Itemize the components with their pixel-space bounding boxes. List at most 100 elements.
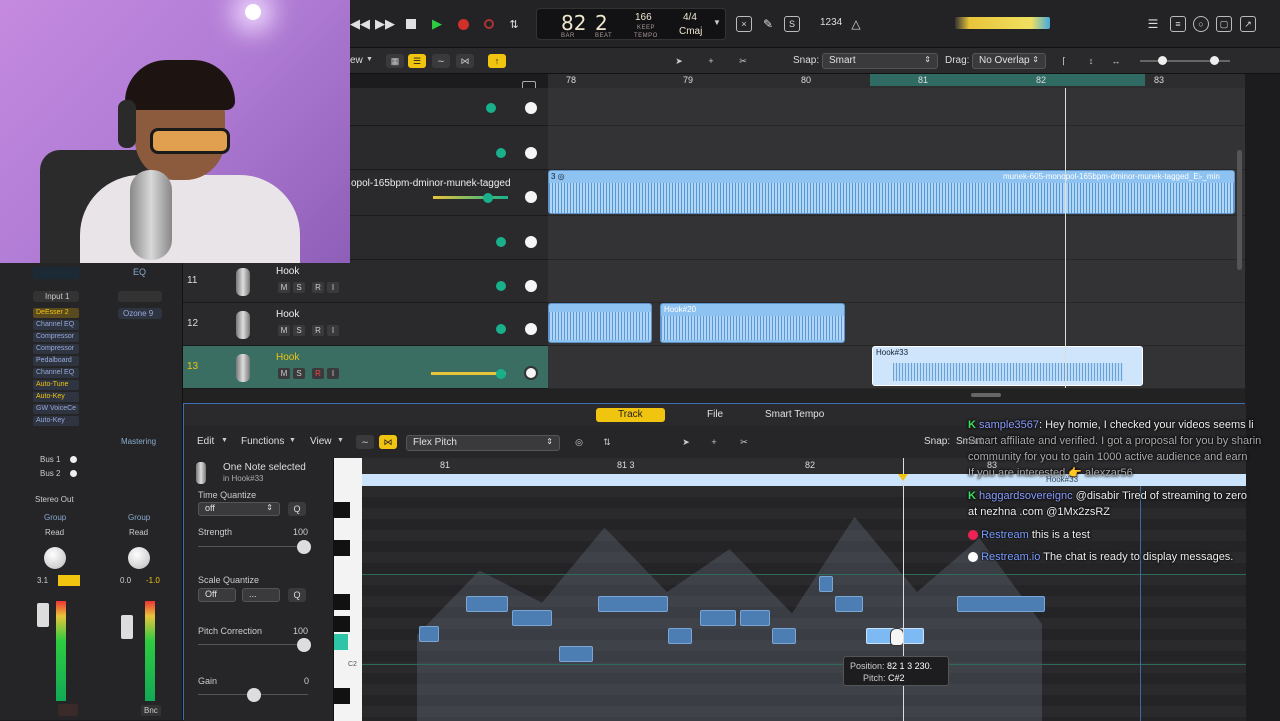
volume-slider-knob[interactable] (483, 193, 493, 203)
ozone-plugin[interactable]: Ozone 9 (118, 308, 162, 319)
rewind-icon[interactable]: ◀◀ (350, 14, 370, 34)
chevron-down-icon[interactable]: ▼ (713, 18, 721, 27)
pitch-note[interactable] (700, 610, 736, 626)
pointer-tool-icon[interactable]: ➤ (670, 54, 688, 68)
list-editor-icon[interactable]: ☰ (408, 54, 426, 68)
automation-mode[interactable]: Read (129, 528, 148, 537)
volume-slider[interactable] (431, 372, 506, 375)
track-lane[interactable] (548, 216, 1245, 260)
piano-keyboard[interactable]: C2 (334, 458, 362, 721)
volume-knob[interactable] (525, 280, 537, 292)
browser-icon[interactable]: ▢ (1216, 16, 1232, 32)
scale-type-select[interactable]: ... (242, 588, 280, 602)
pitch-note[interactable] (419, 626, 439, 642)
midi-in-icon[interactable]: ◎ (570, 435, 588, 449)
volume-knob[interactable] (524, 366, 538, 380)
send-knob[interactable] (70, 456, 77, 463)
volume-slider[interactable] (433, 196, 508, 199)
automation-icon[interactable]: ∼ (356, 435, 374, 449)
loop-browser-icon[interactable]: ○ (1193, 16, 1209, 32)
mute-button[interactable]: M (278, 282, 290, 293)
replace-icon[interactable]: × (736, 16, 752, 32)
view-menu[interactable]: View (310, 436, 332, 447)
solo-icon[interactable]: S (784, 16, 800, 32)
scissors-tool-icon[interactable]: ✂ (734, 54, 752, 68)
bus-2-send[interactable]: Bus 2 (40, 469, 60, 478)
drag-select[interactable]: No Overlap ⇕ (972, 53, 1046, 69)
pan-knob[interactable] (44, 547, 66, 569)
gain-slider-knob[interactable] (247, 688, 261, 702)
black-key[interactable] (334, 616, 350, 632)
share-icon[interactable]: ↗ (1240, 16, 1256, 32)
track-name[interactable]: Hook (276, 266, 299, 277)
track-lane[interactable] (548, 260, 1245, 303)
horizontal-scrollbar[interactable] (183, 389, 1245, 403)
record-enable-button[interactable]: R (312, 368, 324, 379)
pointer-tool-icon[interactable]: ➤ (677, 435, 695, 449)
solo-button[interactable]: S (293, 282, 305, 293)
solo-button[interactable]: S (293, 368, 305, 379)
plugin-slot-7[interactable]: Auto-Tune (33, 380, 79, 390)
send-knob[interactable] (70, 470, 77, 477)
time-quantize-button[interactable]: Q (288, 502, 306, 516)
eq-thumbnail[interactable] (33, 267, 79, 279)
pitch-note[interactable] (835, 596, 863, 612)
plugin-slot-9[interactable]: GW VoiceCe (33, 404, 79, 414)
zoom-slider[interactable] (1140, 56, 1230, 65)
audio-region[interactable] (548, 303, 652, 343)
bus-1-send[interactable]: Bus 1 (40, 455, 60, 464)
track-lane[interactable]: 3 ◎ munek-605-monopol-165bpm-dminor-mune… (548, 170, 1245, 216)
black-key[interactable] (334, 688, 350, 704)
functions-menu[interactable]: Functions (241, 436, 284, 447)
pencil-tool-icon[interactable]: + (705, 435, 723, 449)
mute-button[interactable]: M (278, 325, 290, 336)
black-key[interactable] (334, 540, 350, 556)
solo-button[interactable]: S (293, 325, 305, 336)
flex-icon[interactable]: ⋈ (456, 54, 474, 68)
play-icon[interactable]: ▶ (427, 14, 447, 34)
pitch-correction-slider-knob[interactable] (297, 638, 311, 652)
plugin-slot-2[interactable]: Channel EQ (33, 320, 79, 330)
fader-cap[interactable] (121, 615, 133, 639)
group-slot[interactable]: Group (128, 513, 150, 522)
record-enable-button[interactable]: R (312, 325, 324, 336)
track-name[interactable]: Hook (276, 352, 299, 363)
tuner-icon[interactable]: ✎ (760, 16, 776, 32)
volume-knob[interactable] (525, 102, 537, 114)
scroll-thumb[interactable] (971, 393, 1001, 397)
lcd-display[interactable]: 82 2 BAR BEAT 166 KEEP TEMPO 4/4 Cmaj ▼ (536, 8, 726, 40)
zoom-slider-knob[interactable] (1158, 56, 1167, 65)
track-lane[interactable] (548, 126, 1245, 170)
plugin-slot-3[interactable]: Compressor (33, 332, 79, 342)
count-in-label[interactable]: 1234 (820, 17, 842, 28)
tab-track[interactable]: Track (596, 408, 665, 422)
bounce-button[interactable]: Bnc (141, 705, 161, 716)
capture-record-icon[interactable] (479, 14, 499, 34)
input-monitor-button[interactable] (58, 704, 78, 716)
volume-knob[interactable] (525, 191, 537, 203)
plugin-slot-8[interactable]: Auto-Key (33, 392, 79, 402)
strength-slider-knob[interactable] (297, 540, 311, 554)
pitch-note[interactable] (740, 610, 770, 626)
strength-slider[interactable] (198, 546, 308, 547)
plugin-slot-1[interactable]: DeEsser 2 (33, 308, 79, 318)
automation-mode[interactable]: Read (45, 528, 64, 537)
mute-button[interactable]: M (278, 368, 290, 379)
active-key[interactable] (334, 634, 348, 650)
tab-smart-tempo[interactable]: Smart Tempo (755, 408, 834, 422)
fit-icon[interactable]: ↕ (1082, 54, 1100, 68)
volume-knob[interactable] (525, 323, 537, 335)
vertical-scrollbar[interactable] (1237, 150, 1242, 270)
pencil-tool-icon[interactable]: + (702, 54, 720, 68)
input-slot[interactable]: Input 1 (33, 291, 79, 302)
scale-quantize-select[interactable]: Off (198, 588, 236, 602)
pan-knob[interactable] (128, 547, 150, 569)
metronome-icon[interactable]: △ (848, 16, 864, 32)
pitch-note[interactable] (772, 628, 796, 644)
zoom-slider-knob-2[interactable] (1210, 56, 1219, 65)
pitch-note[interactable] (957, 596, 1045, 612)
notepad-icon[interactable]: ≡ (1170, 16, 1186, 32)
catch-playhead-icon[interactable]: ⇅ (598, 435, 616, 449)
fader-cap[interactable] (37, 603, 49, 627)
volume-knob[interactable] (525, 147, 537, 159)
